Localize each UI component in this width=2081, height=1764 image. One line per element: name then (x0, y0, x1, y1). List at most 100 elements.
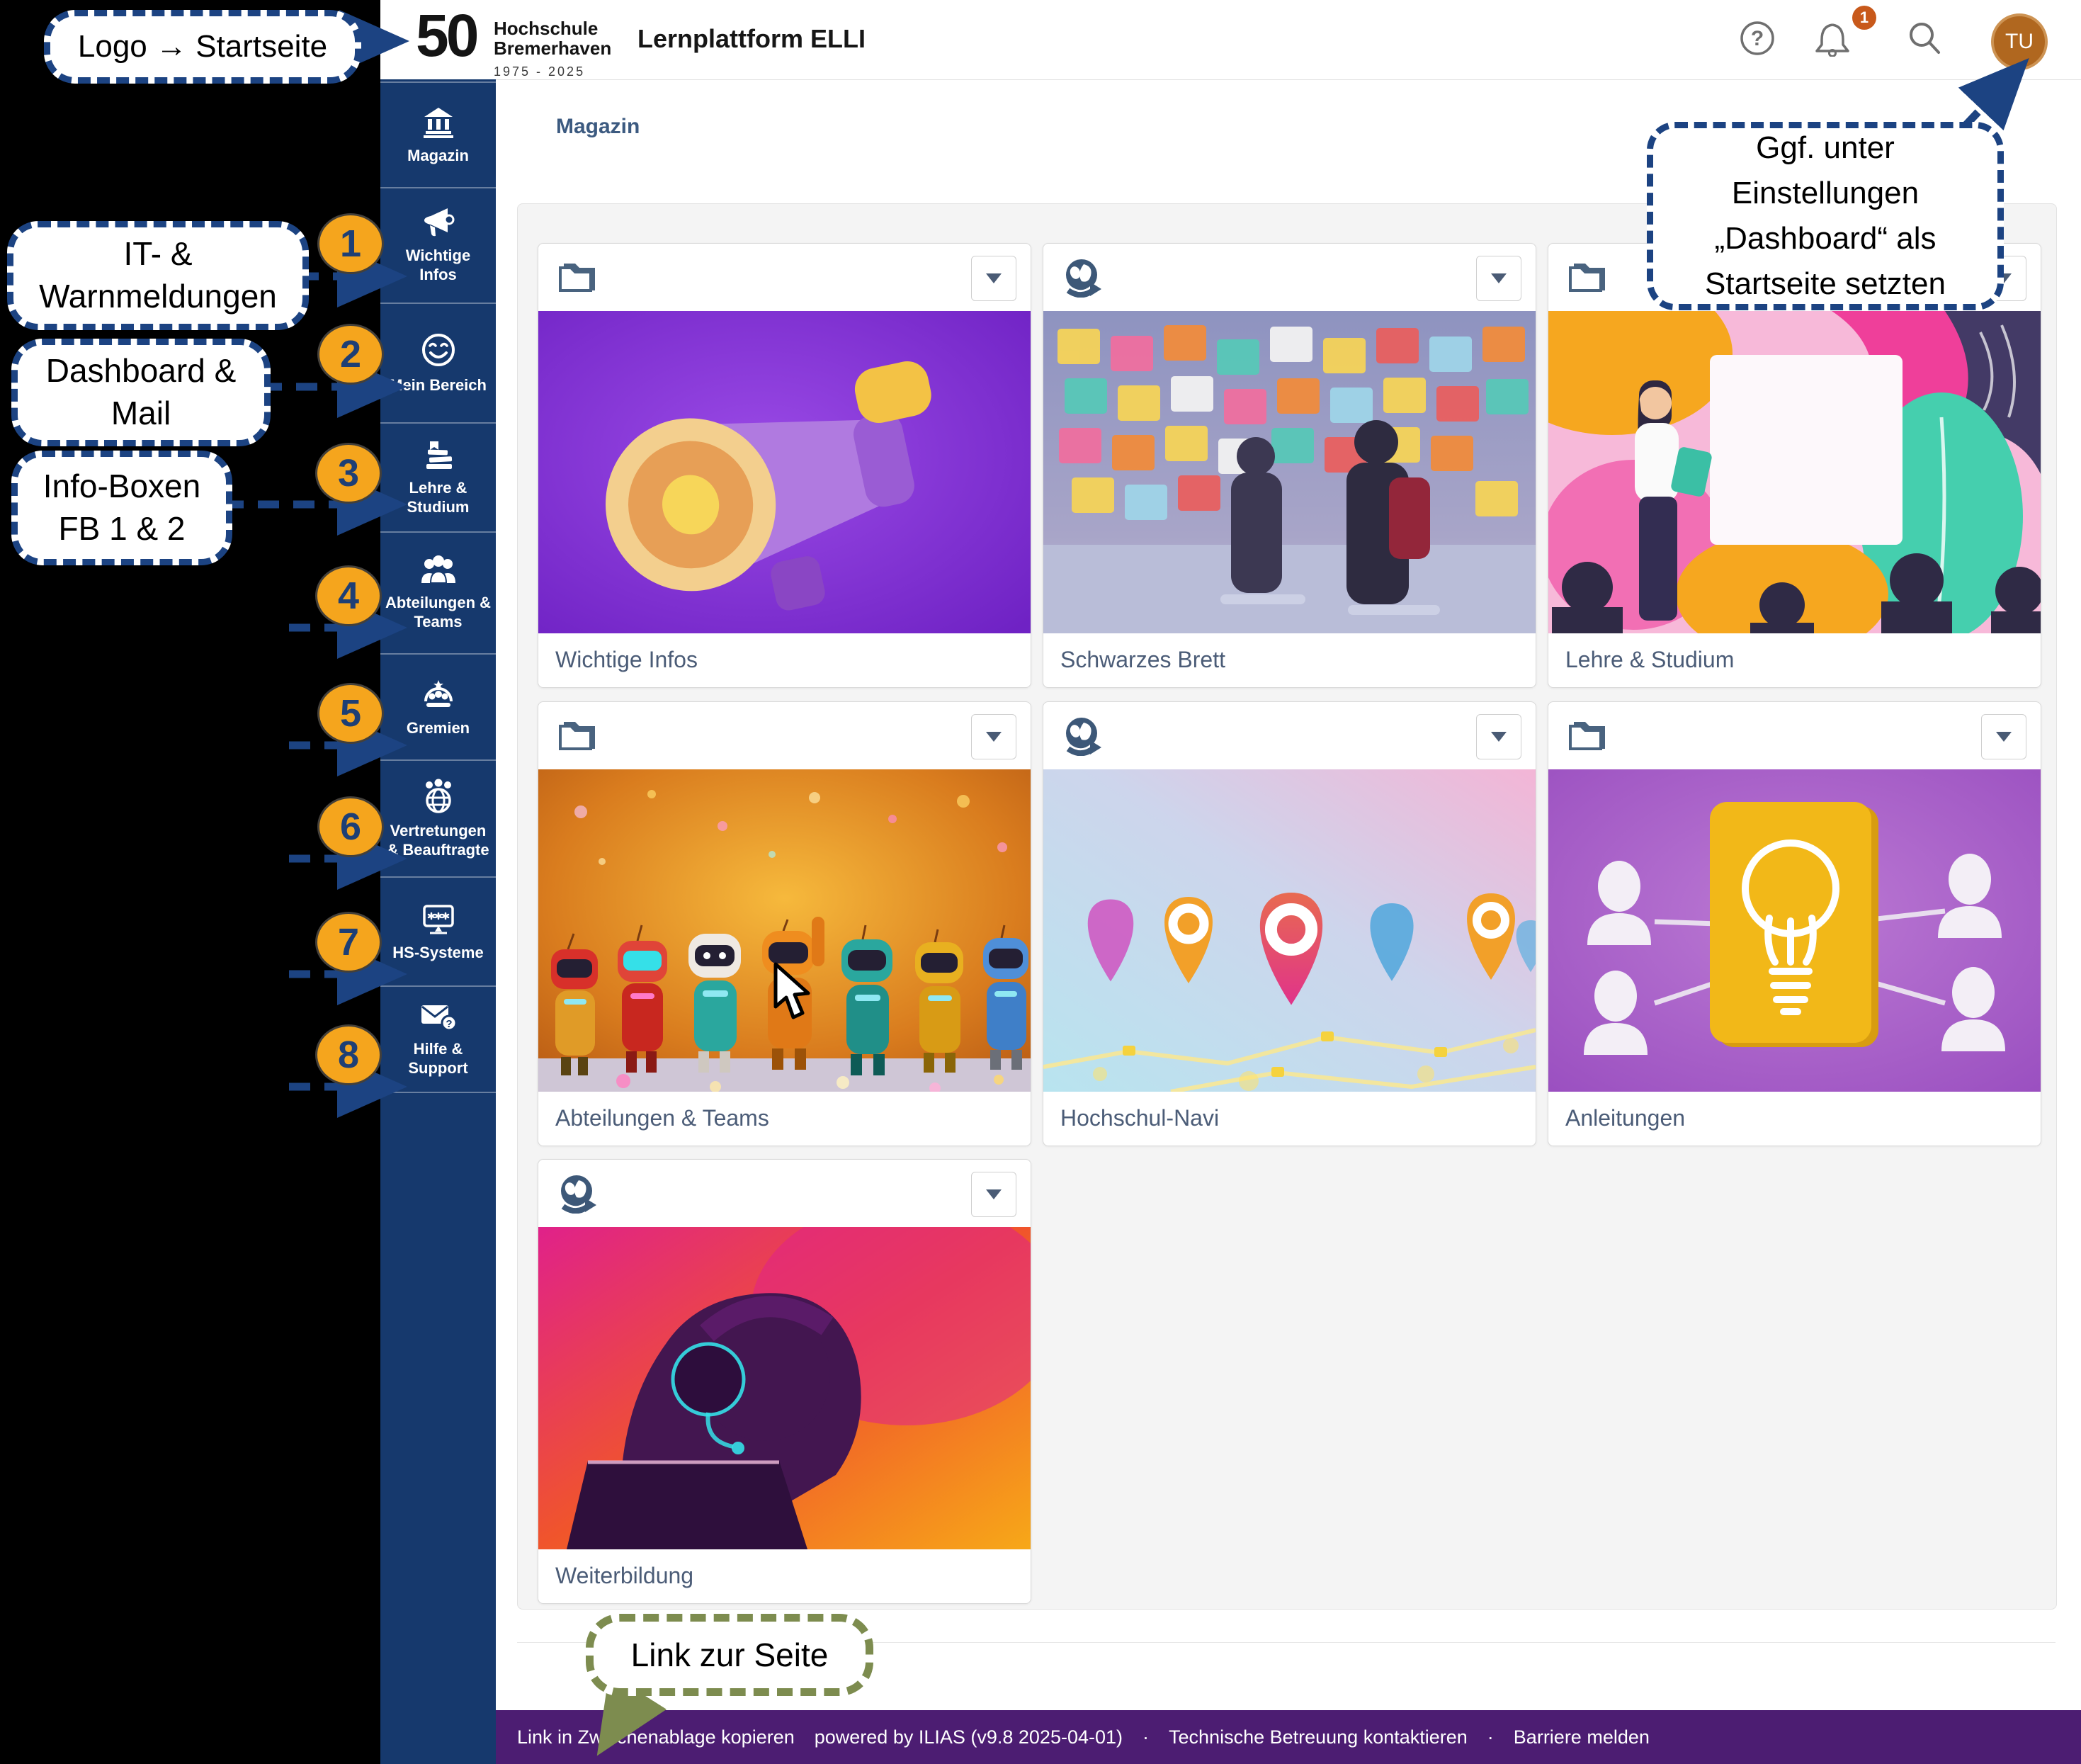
annotation-logo-callout: Logo → Startseite (44, 10, 361, 84)
notifications-button[interactable] (1814, 20, 1851, 57)
chevron-down-icon (1996, 732, 2012, 742)
svg-text:?: ? (446, 1018, 452, 1030)
card-title[interactable]: Weiterbildung (538, 1549, 1031, 1602)
bank-icon (421, 105, 455, 139)
sidebar-item-wichtige-infos[interactable]: Wichtige Infos (380, 187, 496, 304)
card-hochschul-navi: Hochschul-Navi (1043, 701, 1536, 1146)
card-image-headphones[interactable] (538, 1227, 1031, 1549)
logo-line1: Hochschule (494, 18, 611, 38)
annotation-it-callout: IT- & Warnmeldungen (7, 221, 309, 330)
monitor-icon (420, 902, 457, 936)
smiley-icon (420, 332, 457, 368)
mail-question-icon: ? (419, 1001, 458, 1032)
megaphone-icon (421, 206, 456, 239)
notification-count-badge: 1 (1852, 6, 1876, 30)
card-title[interactable]: Hochschul-Navi (1043, 1092, 1536, 1144)
footer-report-link[interactable]: Barriere melden (1514, 1726, 1650, 1748)
sidebar-item-label: Hilfe & Support (385, 1039, 492, 1078)
sidebar-item-gremien[interactable]: Gremien (380, 655, 496, 761)
card-anleitungen: Anleitungen (1548, 701, 2041, 1146)
top-header-bar: 50 Hochschule Bremerhaven 1975 - 2025 Le… (380, 0, 2081, 80)
logo-line2: Bremerhaven (494, 38, 611, 58)
card-image-sticky-notes[interactable] (1043, 311, 1536, 633)
people-icon (420, 555, 457, 586)
annotation-number-5: 5 (317, 683, 384, 744)
card-wichtige-infos: Wichtige Infos (538, 243, 1031, 688)
folder-icon (558, 258, 598, 295)
card-abteilungen-teams: Abteilungen & Teams (538, 701, 1031, 1146)
sidebar-item-label: Magazin (385, 146, 492, 165)
footer-bar: Link in Zwischenablage kopieren powered … (496, 1710, 2081, 1764)
annotation-text: Dashboard & (46, 350, 237, 392)
card-title[interactable]: Lehre & Studium (1548, 633, 2041, 686)
card-actions-dropdown[interactable] (1981, 714, 2026, 759)
card-actions-dropdown[interactable] (971, 1172, 1016, 1217)
sidebar-item-label: Lehre & Studium (385, 478, 492, 516)
annotation-number-7: 7 (315, 912, 382, 973)
annotation-text: Ggf. unter Einstellungen „Dashboard“ als… (1659, 125, 1992, 306)
external-link-icon (558, 1174, 596, 1214)
logo-50-years[interactable]: 50 (416, 1, 476, 70)
books-icon (420, 439, 457, 471)
sidebar-item-lehre-studium[interactable]: Lehre & Studium (380, 424, 496, 533)
sidebar-item-magazin[interactable]: Magazin (380, 81, 496, 188)
annotation-dashboard-callout: Dashboard & Mail (11, 339, 271, 446)
sidebar-item-label: Gremien (385, 718, 492, 737)
svg-text:?: ? (1751, 27, 1764, 50)
card-image-robots[interactable] (538, 769, 1031, 1092)
page-title: Lernplattform ELLI (637, 0, 866, 78)
help-button[interactable]: ? (1739, 20, 1776, 57)
footer-separator: · (1487, 1726, 1494, 1748)
annotation-text: Link zur Seite (631, 1636, 829, 1674)
sidebar: Magazin Wichtige Infos Mein Bereich Lehr… (380, 79, 496, 1764)
sidebar-item-hilfe-support[interactable]: ? Hilfe & Support (380, 987, 496, 1093)
search-button[interactable] (1906, 20, 1943, 57)
external-link-icon (1063, 716, 1101, 756)
card-image-presentation[interactable] (1548, 311, 2041, 633)
card-image-map-pins[interactable] (1043, 769, 1536, 1092)
help-icon: ? (1739, 20, 1776, 57)
card-image-megaphone[interactable] (538, 311, 1031, 633)
sidebar-item-mein-bereich[interactable]: Mein Bereich (380, 304, 496, 424)
chevron-down-icon (1491, 273, 1507, 283)
annotation-number-3: 3 (315, 443, 382, 504)
annotation-text: Info-Boxen (43, 465, 200, 508)
annotation-number-4: 4 (315, 565, 382, 626)
sidebar-item-abteilungen-teams[interactable]: Abteilungen & Teams (380, 533, 496, 655)
sidebar-item-hs-systeme[interactable]: HS-Systeme (380, 878, 496, 987)
breadcrumb[interactable]: Magazin (556, 80, 640, 174)
annotation-number-1: 1 (317, 213, 384, 274)
card-title[interactable]: Wichtige Infos (538, 633, 1031, 686)
annotation-number-8: 8 (315, 1024, 382, 1085)
sidebar-item-label: HS-Systeme (385, 943, 492, 962)
card-image-lightbulb[interactable] (1548, 769, 2041, 1092)
footer-support-link[interactable]: Technische Betreuung kontaktieren (1169, 1726, 1468, 1748)
folder-icon (1568, 716, 1608, 753)
card-actions-dropdown[interactable] (1476, 714, 1521, 759)
card-title[interactable]: Schwarzes Brett (1043, 633, 1536, 686)
sidebar-item-vertretungen[interactable]: Vertretungen & Beauftragte (380, 761, 496, 878)
logo-years: 1975 - 2025 (494, 62, 611, 81)
search-icon (1906, 20, 1943, 57)
card-actions-dropdown[interactable] (971, 714, 1016, 759)
annotation-text: IT- & (123, 233, 192, 276)
sidebar-item-label: Vertretungen & Beauftragte (385, 821, 492, 859)
footer-copy-link[interactable]: Link in Zwischenablage kopieren (517, 1726, 795, 1748)
folder-icon (558, 716, 598, 753)
card-actions-dropdown[interactable] (1476, 256, 1521, 301)
annotation-link-callout: Link zur Seite (586, 1614, 873, 1696)
card-title[interactable]: Anleitungen (1548, 1092, 2041, 1144)
annotation-infoboxen-callout: Info-Boxen FB 1 & 2 (11, 451, 232, 565)
card-actions-dropdown[interactable] (971, 256, 1016, 301)
footer-powered-by[interactable]: powered by ILIAS (v9.8 2025-04-01) (815, 1726, 1123, 1748)
card-title[interactable]: Abteilungen & Teams (538, 1092, 1031, 1144)
annotation-text: Logo → Startseite (78, 29, 327, 64)
card-schwarzes-brett: Schwarzes Brett (1043, 243, 1536, 688)
card-weiterbildung: Weiterbildung (538, 1159, 1031, 1604)
annotation-number-2: 2 (317, 324, 384, 385)
chevron-down-icon (986, 273, 1002, 283)
avatar[interactable]: TU (1991, 13, 2048, 70)
external-link-icon (1063, 258, 1101, 298)
bell-icon (1814, 20, 1851, 57)
university-logo[interactable]: Hochschule Bremerhaven 1975 - 2025 (494, 18, 611, 81)
